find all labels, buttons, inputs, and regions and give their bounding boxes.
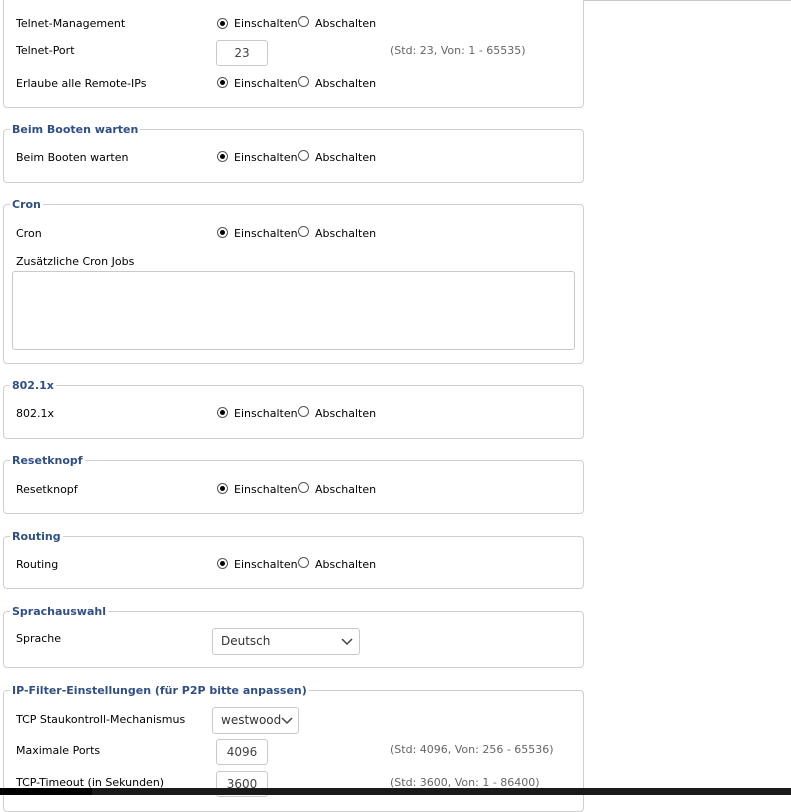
boot-wait-on-label: Einschalten bbox=[234, 151, 298, 164]
boot-wait-off-radio[interactable] bbox=[298, 150, 309, 161]
cron-label: Cron bbox=[16, 227, 42, 240]
routing-legend: Routing bbox=[10, 530, 63, 544]
reset-button-off-radio[interactable] bbox=[298, 482, 309, 493]
telnet-management-label: Telnet-Management bbox=[16, 17, 126, 30]
remote-ips-off-radio[interactable] bbox=[298, 76, 309, 87]
boot-wait-legend: Beim Booten warten bbox=[10, 123, 141, 137]
remote-ips-on-label: Einschalten bbox=[234, 77, 298, 90]
telnet-management-on-label: Einschalten bbox=[234, 17, 298, 30]
remote-ips-off-label: Abschalten bbox=[315, 77, 377, 90]
routing-fieldset: Routing Routing Einschalten Abschalten bbox=[3, 530, 584, 589]
chevron-down-icon bbox=[281, 717, 293, 725]
dot1x-off-label: Abschalten bbox=[315, 407, 377, 420]
telnet-fieldset: Telnet-Management Einschalten Abschalten… bbox=[3, 0, 584, 108]
boot-wait-on-radio[interactable] bbox=[217, 151, 228, 162]
remote-ips-on-radio[interactable] bbox=[217, 77, 228, 88]
tcp-congestion-label: TCP Staukontroll-Mechanismus bbox=[16, 713, 186, 726]
cron-jobs-textarea[interactable] bbox=[12, 271, 575, 350]
telnet-port-hint: (Std: 23, Von: 1 - 65535) bbox=[390, 44, 526, 57]
telnet-management-off-label: Abschalten bbox=[315, 17, 377, 30]
dot1x-on-label: Einschalten bbox=[234, 407, 298, 420]
telnet-management-on-radio[interactable] bbox=[217, 18, 228, 29]
cron-legend: Cron bbox=[10, 198, 43, 212]
reset-button-on-radio[interactable] bbox=[217, 483, 228, 494]
telnet-management-off-radio[interactable] bbox=[298, 16, 309, 27]
cron-off-radio[interactable] bbox=[298, 226, 309, 237]
reset-button-on-label: Einschalten bbox=[234, 483, 298, 496]
boot-wait-off-label: Abschalten bbox=[315, 151, 377, 164]
cron-jobs-label: Zusätzliche Cron Jobs bbox=[16, 255, 135, 268]
horizontal-scrollbar[interactable] bbox=[0, 788, 791, 795]
cron-off-label: Abschalten bbox=[315, 227, 377, 240]
chevron-down-icon bbox=[341, 638, 353, 646]
routing-off-radio[interactable] bbox=[298, 557, 309, 568]
dot1x-on-radio[interactable] bbox=[217, 407, 228, 418]
ip-filter-legend: IP-Filter-Einstellungen (für P2P bitte a… bbox=[10, 684, 309, 698]
reset-button-label: Resetknopf bbox=[16, 483, 78, 496]
dot1x-fieldset: 802.1x 802.1x Einschalten Abschalten bbox=[3, 379, 584, 439]
tcp-congestion-select[interactable]: westwood bbox=[212, 707, 299, 734]
cron-on-label: Einschalten bbox=[234, 227, 298, 240]
routing-off-label: Abschalten bbox=[315, 558, 377, 571]
boot-wait-label: Beim Booten warten bbox=[16, 151, 129, 164]
routing-on-radio[interactable] bbox=[217, 558, 228, 569]
reset-button-off-label: Abschalten bbox=[315, 483, 377, 496]
language-label: Sprache bbox=[16, 632, 62, 645]
routing-label: Routing bbox=[16, 558, 59, 571]
top-divider bbox=[583, 0, 791, 1]
cron-on-radio[interactable] bbox=[217, 227, 228, 238]
language-legend: Sprachauswahl bbox=[10, 605, 108, 619]
scrollbar-thumb[interactable] bbox=[92, 788, 791, 795]
remote-ips-label: Erlaube alle Remote-IPs bbox=[16, 77, 147, 90]
reset-button-legend: Resetknopf bbox=[10, 454, 85, 468]
language-select-value: Deutsch bbox=[221, 634, 271, 648]
max-ports-hint: (Std: 4096, Von: 256 - 65536) bbox=[390, 743, 554, 756]
dot1x-off-radio[interactable] bbox=[298, 406, 309, 417]
boot-wait-fieldset: Beim Booten warten Beim Booten warten Ei… bbox=[3, 123, 584, 183]
telnet-port-label: Telnet-Port bbox=[16, 44, 75, 57]
dot1x-label: 802.1x bbox=[16, 407, 55, 420]
language-select[interactable]: Deutsch bbox=[212, 628, 360, 655]
tcp-congestion-value: westwood bbox=[221, 713, 282, 727]
routing-on-label: Einschalten bbox=[234, 558, 298, 571]
dot1x-legend: 802.1x bbox=[10, 379, 56, 393]
reset-button-fieldset: Resetknopf Resetknopf Einschalten Abscha… bbox=[3, 454, 584, 514]
max-ports-input[interactable]: 4096 bbox=[216, 739, 268, 765]
max-ports-label: Maximale Ports bbox=[16, 744, 101, 757]
telnet-port-input[interactable]: 23 bbox=[216, 40, 268, 66]
